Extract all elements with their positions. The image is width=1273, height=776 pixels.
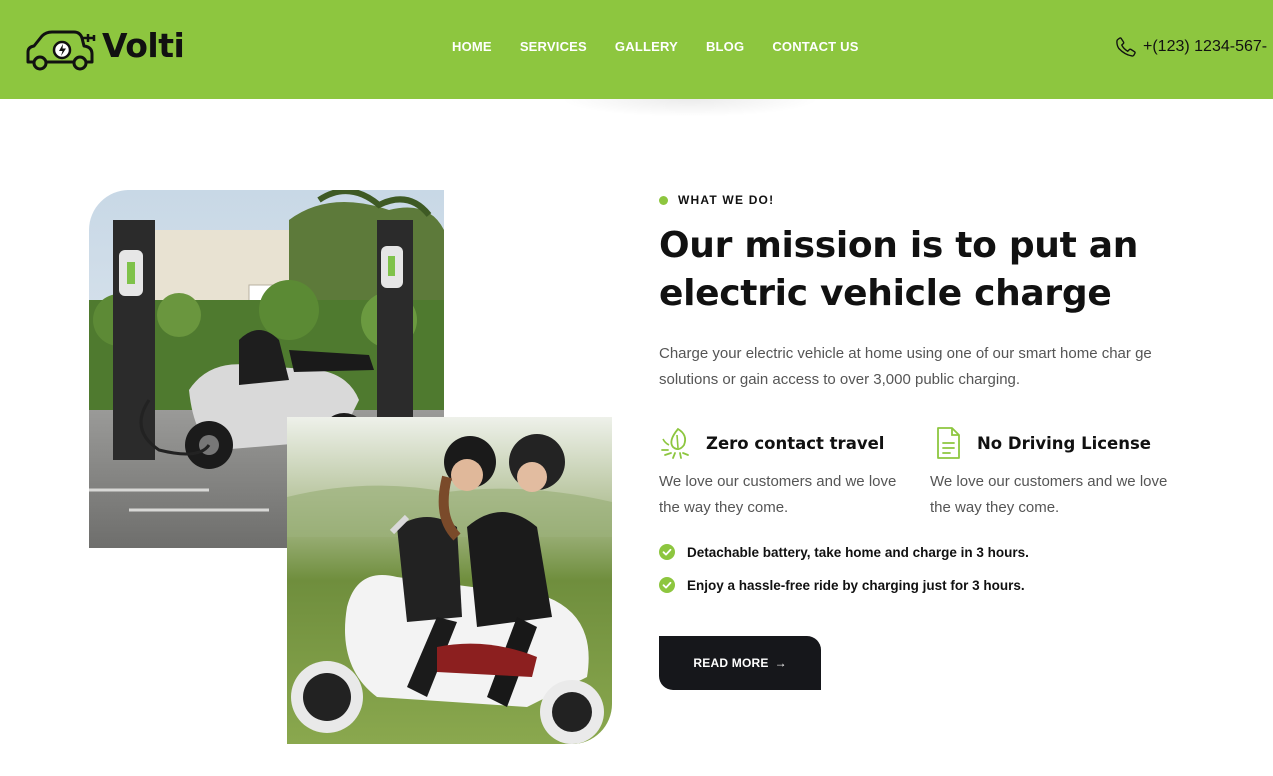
read-more-label: READ MORE: [693, 656, 769, 670]
eco-leaf-icon: [661, 427, 689, 459]
nav-gallery[interactable]: GALLERY: [615, 39, 678, 54]
brand-name: Volti: [102, 25, 185, 65]
header-phone[interactable]: +(123) 1234-567-: [1115, 36, 1267, 58]
feature-title: Zero contact travel: [706, 433, 885, 453]
read-more-button[interactable]: READ MORE →: [659, 636, 821, 690]
eyebrow-label: WHAT WE DO!: [678, 193, 775, 207]
check-circle-icon: [659, 544, 675, 560]
document-icon: [937, 427, 960, 459]
section-description: Charge your electric vehicle at home usi…: [659, 345, 1152, 388]
header-shadow: [560, 99, 820, 117]
nav-home[interactable]: HOME: [452, 39, 492, 54]
section-eyebrow: WHAT WE DO!: [659, 193, 774, 207]
feature-text: We love our customers and we love the wa…: [659, 473, 897, 516]
arrow-right-icon: →: [774, 656, 787, 670]
brand-logo[interactable]: Volti: [22, 22, 185, 72]
checklist-item: Detachable battery, take home and charge…: [659, 543, 1029, 561]
nav-services[interactable]: SERVICES: [520, 39, 587, 54]
feature-text: We love our customers and we love the wa…: [930, 473, 1168, 516]
title-line-2: electric vehicle charge: [659, 273, 1112, 314]
main-nav: HOME SERVICES GALLERY BLOG CONTACT US: [452, 39, 887, 54]
check-circle-icon: [659, 577, 675, 593]
checklist-text: Enjoy a hassle-free ride by charging jus…: [687, 577, 1025, 593]
phone-icon: [1116, 37, 1136, 57]
feature-checklist: Detachable battery, take home and charge…: [659, 543, 1029, 609]
nav-blog[interactable]: BLOG: [706, 39, 744, 54]
scooter-riders-photo: [287, 417, 612, 744]
feature-title: No Driving License: [977, 433, 1151, 453]
site-header: Volti HOME SERVICES GALLERY BLOG CONTACT…: [0, 0, 1273, 99]
electric-car-plug-icon: [26, 30, 96, 71]
eyebrow-dot-icon: [659, 195, 668, 205]
checklist-text: Detachable battery, take home and charge…: [687, 544, 1029, 560]
feature-zero-contact: Zero contact travel We love our customer…: [659, 425, 919, 521]
checklist-item: Enjoy a hassle-free ride by charging jus…: [659, 576, 1029, 594]
title-line-1: Our mission is to put an: [659, 225, 1139, 266]
phone-number: +(123) 1234-567-: [1143, 38, 1268, 55]
feature-no-license: No Driving License We love our customers…: [930, 425, 1190, 521]
section-title: Our mission is to put an electric vehicl…: [659, 222, 1179, 318]
nav-contact-us[interactable]: CONTACT US: [772, 39, 858, 54]
